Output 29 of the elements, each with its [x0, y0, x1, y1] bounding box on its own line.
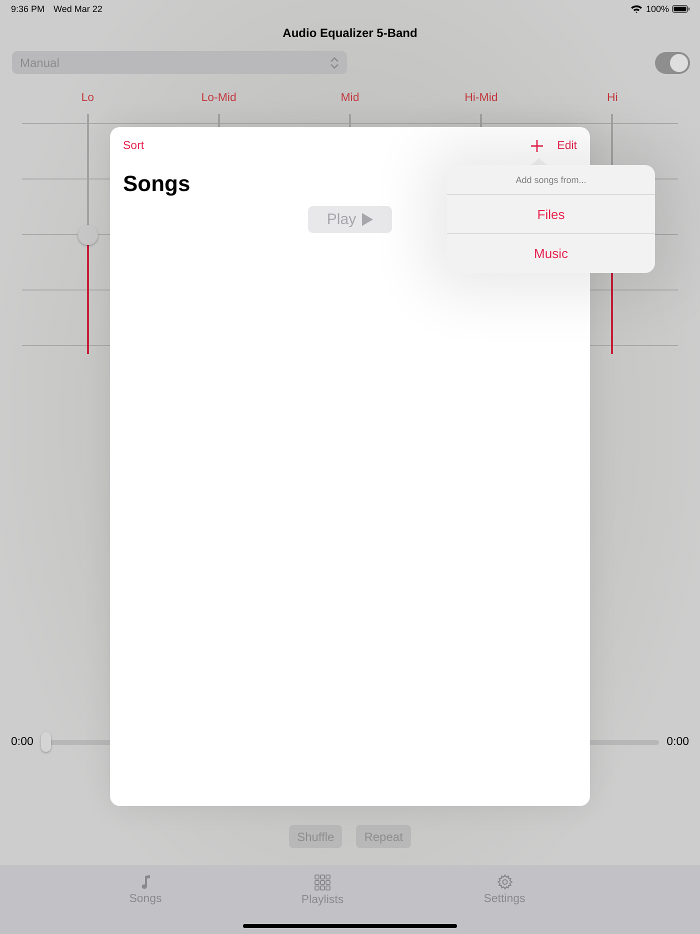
edit-link[interactable]: Edit	[557, 140, 577, 152]
menu-header: Add songs from...	[516, 174, 586, 184]
chevron-updown-icon	[330, 56, 339, 68]
battery-percent: 100%	[646, 4, 669, 14]
status-time: 9:36 PM	[11, 4, 45, 14]
menu-item[interactable]: Music	[447, 234, 655, 273]
app-title: Audio Equalizer 5-Band	[282, 25, 418, 41]
status-date: Wed Mar 22	[54, 4, 102, 14]
elapsed-time: 0:00	[11, 736, 34, 748]
add-icon[interactable]	[531, 140, 544, 152]
sort-link[interactable]: Sort	[123, 140, 144, 152]
tab-item[interactable]: Playlists	[262, 865, 382, 934]
tab-item[interactable]: Songs	[86, 865, 206, 934]
band-label: Hi-Mid	[464, 92, 498, 104]
menu-item[interactable]: Files	[447, 195, 655, 234]
remaining-time: 0:00	[666, 736, 689, 748]
battery-icon	[672, 4, 690, 12]
music-note-icon	[140, 874, 152, 890]
band-label: Lo-Mid	[201, 92, 236, 104]
settings-icon	[496, 874, 512, 890]
power-switch[interactable]	[655, 52, 690, 74]
band-label: Hi	[606, 92, 618, 104]
band-label: Mid	[340, 92, 360, 104]
songs-title: Songs	[123, 170, 190, 198]
tab-item[interactable]: Settings	[444, 865, 564, 934]
grid-icon	[314, 874, 331, 891]
wifi-icon	[630, 4, 642, 12]
band-label: Lo	[81, 92, 94, 104]
play-icon	[362, 213, 374, 226]
